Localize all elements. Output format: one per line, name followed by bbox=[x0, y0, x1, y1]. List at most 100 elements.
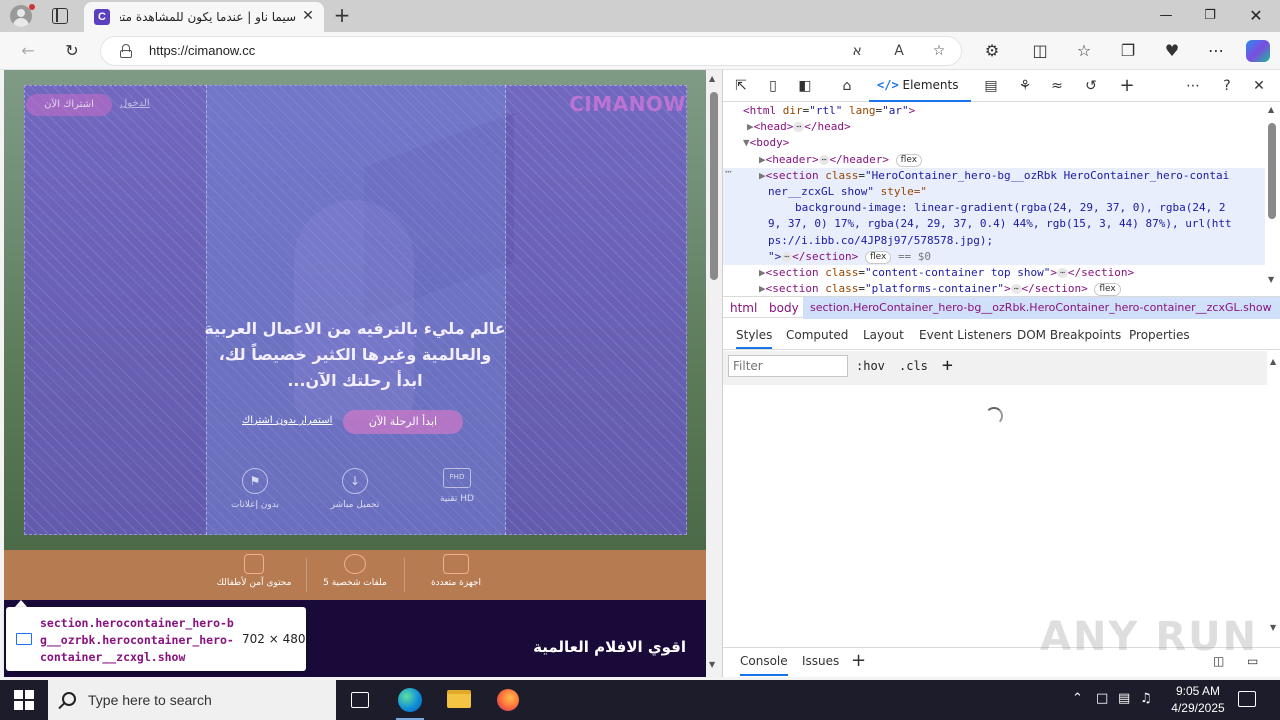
dock-side-icon[interactable]: ◧ bbox=[795, 76, 815, 96]
scrollbar-thumb[interactable] bbox=[710, 92, 718, 280]
new-style-rule-icon[interactable]: + bbox=[942, 355, 953, 376]
fhd-icon: FHD bbox=[443, 468, 471, 488]
profiles-icon bbox=[344, 554, 366, 574]
more-menu-icon[interactable]: ⋯ bbox=[1206, 41, 1226, 61]
split-screen-icon[interactable]: ◫ bbox=[1030, 41, 1050, 61]
firefox-icon bbox=[497, 689, 519, 711]
login-link[interactable]: الدخول bbox=[120, 98, 150, 109]
tray-device-icon[interactable]: □ bbox=[1096, 691, 1108, 706]
notification-center-icon[interactable] bbox=[1238, 691, 1256, 707]
taskbar-edge[interactable] bbox=[386, 680, 434, 720]
close-tab-icon[interactable]: ✕ bbox=[300, 8, 316, 24]
tab-dom-breakpoints[interactable]: DOM Breakpoints bbox=[1017, 328, 1121, 342]
url-text[interactable]: https://cimanow.cc bbox=[149, 43, 255, 58]
dom-node-head[interactable]: ▶<head> ⋯ </head> bbox=[747, 119, 851, 135]
tab-event-listeners[interactable]: Event Listeners bbox=[919, 328, 1012, 342]
tab-styles[interactable]: Styles bbox=[736, 328, 773, 349]
refresh-icon[interactable]: ↻ bbox=[62, 41, 82, 61]
taskbar-firefox[interactable] bbox=[484, 680, 532, 720]
scroll-down-icon[interactable]: ▼ bbox=[1270, 623, 1276, 632]
scroll-down-icon[interactable]: ▼ bbox=[1268, 275, 1274, 284]
sources-bug-icon[interactable]: ⚘ bbox=[1015, 76, 1035, 96]
scroll-up-icon[interactable]: ▲ bbox=[709, 74, 715, 83]
device-emulation-icon[interactable]: ▯ bbox=[763, 76, 783, 96]
tab-layout[interactable]: Layout bbox=[863, 328, 904, 342]
breadcrumb-body[interactable]: body bbox=[769, 301, 799, 315]
close-window-button[interactable]: ✕ bbox=[1246, 6, 1266, 26]
start-journey-button[interactable]: ابدأ الرحلة الآن bbox=[343, 410, 463, 434]
browser-tab-active[interactable]: C سيما ناو | عندما يكون للمشاهدة متعة ✕ bbox=[84, 2, 324, 32]
scrollbar-thumb[interactable] bbox=[1268, 123, 1276, 219]
dom-node-content-section[interactable]: ▶<section class="content-container top s… bbox=[759, 265, 1134, 281]
styles-scrollbar[interactable]: ▲ ▼ bbox=[1267, 351, 1280, 641]
tab-computed[interactable]: Computed bbox=[786, 328, 848, 342]
tab-actions-icon[interactable] bbox=[52, 8, 68, 24]
translate-icon[interactable]: א bbox=[847, 41, 867, 61]
more-tools-plus-icon[interactable]: + bbox=[1117, 76, 1137, 96]
breadcrumb-html[interactable]: html bbox=[730, 301, 757, 315]
favorite-star-icon[interactable]: ☆ bbox=[929, 41, 949, 61]
profile-notification-dot bbox=[29, 4, 35, 10]
read-aloud-icon[interactable]: A bbox=[889, 41, 909, 61]
taskbar-clock[interactable]: 9:05 AM 4/29/2025 bbox=[1160, 683, 1236, 717]
back-icon[interactable]: ← bbox=[18, 41, 38, 61]
dom-node-html[interactable]: <html dir="rtl" lang="ar"> bbox=[743, 103, 915, 119]
customize-menu-icon[interactable]: ⋯ bbox=[1183, 76, 1203, 96]
tab-elements-label: Elements bbox=[902, 78, 959, 92]
network-icon[interactable]: ▤ bbox=[1118, 691, 1130, 706]
collections-icon[interactable]: ❐ bbox=[1118, 41, 1138, 61]
styles-filter-input[interactable] bbox=[728, 355, 848, 377]
divider bbox=[306, 558, 307, 592]
dom-breadcrumb: html body section.HeroContainer_hero-bg_… bbox=[723, 296, 1280, 319]
tab-elements[interactable]: </> Elements bbox=[869, 70, 971, 102]
inspect-element-icon[interactable]: ⇱ bbox=[731, 76, 751, 96]
close-devtools-icon[interactable]: ✕ bbox=[1249, 76, 1269, 96]
node-actions-icon[interactable]: ⋯ bbox=[725, 164, 732, 180]
scroll-up-icon[interactable]: ▲ bbox=[1268, 105, 1274, 114]
feature-label: تحميل مباشر bbox=[330, 500, 380, 510]
tab-properties[interactable]: Properties bbox=[1129, 328, 1190, 342]
help-icon[interactable]: ? bbox=[1217, 76, 1237, 96]
maximize-button[interactable]: ❐ bbox=[1200, 6, 1220, 26]
site-logo[interactable]: CIMANOW bbox=[569, 92, 686, 116]
download-icon: ↓ bbox=[342, 468, 368, 494]
tray-overflow-chevron-icon[interactable]: ⌃ bbox=[1072, 691, 1083, 706]
dom-attr-class-continued: ner__zcxGL show" style=" bbox=[768, 185, 927, 198]
dom-node-platforms-section[interactable]: ▶<section class="platforms-container"> ⋯ <… bbox=[759, 281, 1121, 297]
minimize-button[interactable]: — bbox=[1156, 6, 1176, 26]
subscribe-button[interactable]: اشتراك الآن bbox=[26, 94, 112, 116]
lock-icon[interactable] bbox=[119, 44, 133, 58]
performance-icon[interactable]: ♥ bbox=[1162, 41, 1182, 61]
drawer-tab-issues[interactable]: Issues bbox=[802, 654, 839, 668]
new-tab-button[interactable]: + bbox=[332, 5, 352, 25]
network-wifi-icon[interactable]: ≈ bbox=[1047, 76, 1067, 96]
dom-node-body[interactable]: ▼<body> bbox=[743, 135, 789, 151]
hover-state-toggle[interactable]: :hov bbox=[856, 359, 885, 373]
dom-scrollbar[interactable]: ▲ ▼ bbox=[1265, 103, 1279, 301]
address-bar[interactable]: https://cimanow.cc א A ☆ bbox=[100, 36, 962, 66]
dom-node-header[interactable]: ▶<header> ⋯ </header> flex bbox=[759, 152, 923, 168]
favorites-icon[interactable]: ☆ bbox=[1074, 41, 1094, 61]
taskbar-search-box[interactable]: Type here to search bbox=[48, 680, 336, 720]
windows-start-icon[interactable] bbox=[14, 690, 34, 710]
volume-icon[interactable]: ♫ bbox=[1140, 691, 1152, 706]
performance-icon[interactable]: ↺ bbox=[1081, 76, 1101, 96]
dom-tree[interactable]: <html dir="rtl" lang="ar"> ▶<head> ⋯ </hea… bbox=[723, 103, 1267, 301]
continue-without-subscription-link[interactable]: استمرار بدون اشتراك bbox=[242, 415, 332, 426]
dom-style-line-2: 9, 37, 0) 17%, rgba(24, 29, 37, 0.4) 44%… bbox=[768, 217, 1232, 230]
drawer-tab-console[interactable]: Console bbox=[740, 654, 788, 676]
task-view-button[interactable] bbox=[336, 680, 384, 720]
scroll-down-icon[interactable]: ▼ bbox=[709, 660, 715, 669]
welcome-home-icon[interactable]: ⌂ bbox=[837, 76, 857, 96]
copilot-icon[interactable] bbox=[1246, 40, 1270, 62]
add-drawer-tab-icon[interactable]: + bbox=[851, 650, 866, 671]
feature-download: ↓ تحميل مباشر bbox=[310, 468, 400, 510]
console-icon[interactable]: ▤ bbox=[981, 76, 1001, 96]
scroll-up-icon[interactable]: ▲ bbox=[1270, 357, 1276, 366]
extensions-icon[interactable]: ⚙ bbox=[982, 41, 1002, 61]
taskbar-file-explorer[interactable] bbox=[435, 680, 483, 720]
class-toggle[interactable]: .cls bbox=[899, 359, 928, 373]
dom-node-hero-section[interactable]: ▶<section class="HeroContainer_hero-bg__… bbox=[759, 168, 1229, 184]
page-scrollbar[interactable]: ▲ ▼ bbox=[706, 70, 722, 677]
breadcrumb-selected-section[interactable]: section.HeroContainer_hero-bg__ozRbk.Her… bbox=[803, 297, 1280, 319]
